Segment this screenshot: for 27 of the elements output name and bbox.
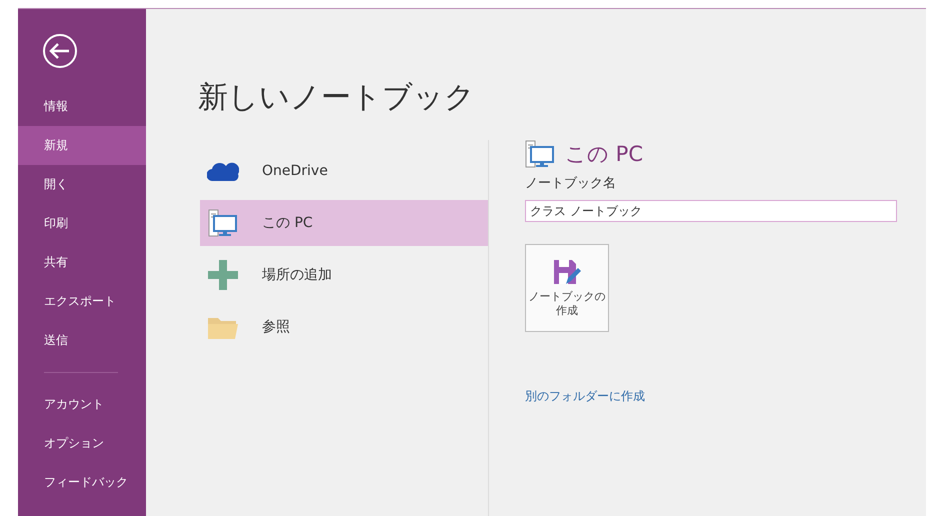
location-item[interactable]: この PC [200, 200, 488, 246]
sidebar-item[interactable]: 印刷 [18, 204, 146, 243]
sidebar-item[interactable]: 共有 [18, 243, 146, 282]
create-in-other-folder-link[interactable]: 別のフォルダーに作成 [525, 388, 645, 405]
save-pencil-icon [552, 258, 582, 286]
field-label: ノートブック名 [525, 175, 616, 192]
sidebar-item[interactable]: フィードバック [18, 463, 146, 502]
sidebar-item[interactable]: アカウント [18, 385, 146, 424]
folder-icon [207, 315, 239, 339]
notebook-name-field[interactable]: クラス ノートブック [525, 200, 897, 222]
location-item[interactable]: OneDrive [200, 148, 488, 194]
location-heading: この PC [565, 141, 644, 168]
computer-icon [525, 140, 555, 168]
sidebar-item[interactable]: 情報 [18, 87, 146, 126]
plus-icon [208, 260, 238, 290]
sidebar-item[interactable]: 送信 [18, 321, 146, 360]
page-title: 新しいノートブック [198, 79, 476, 117]
computer-icon [208, 209, 238, 237]
sidebar-item[interactable]: エクスポート [18, 282, 146, 321]
sidebar-item[interactable]: 新規 [18, 126, 146, 165]
sidebar-item[interactable]: 開く [18, 165, 146, 204]
create-notebook-button[interactable]: ノートブックの 作成 [525, 244, 609, 332]
sidebar-item[interactable]: オプション [18, 424, 146, 463]
back-button[interactable] [42, 33, 78, 69]
location-item[interactable]: 参照 [200, 304, 488, 350]
location-item[interactable]: 場所の追加 [200, 252, 488, 298]
cloud-icon [207, 161, 239, 181]
